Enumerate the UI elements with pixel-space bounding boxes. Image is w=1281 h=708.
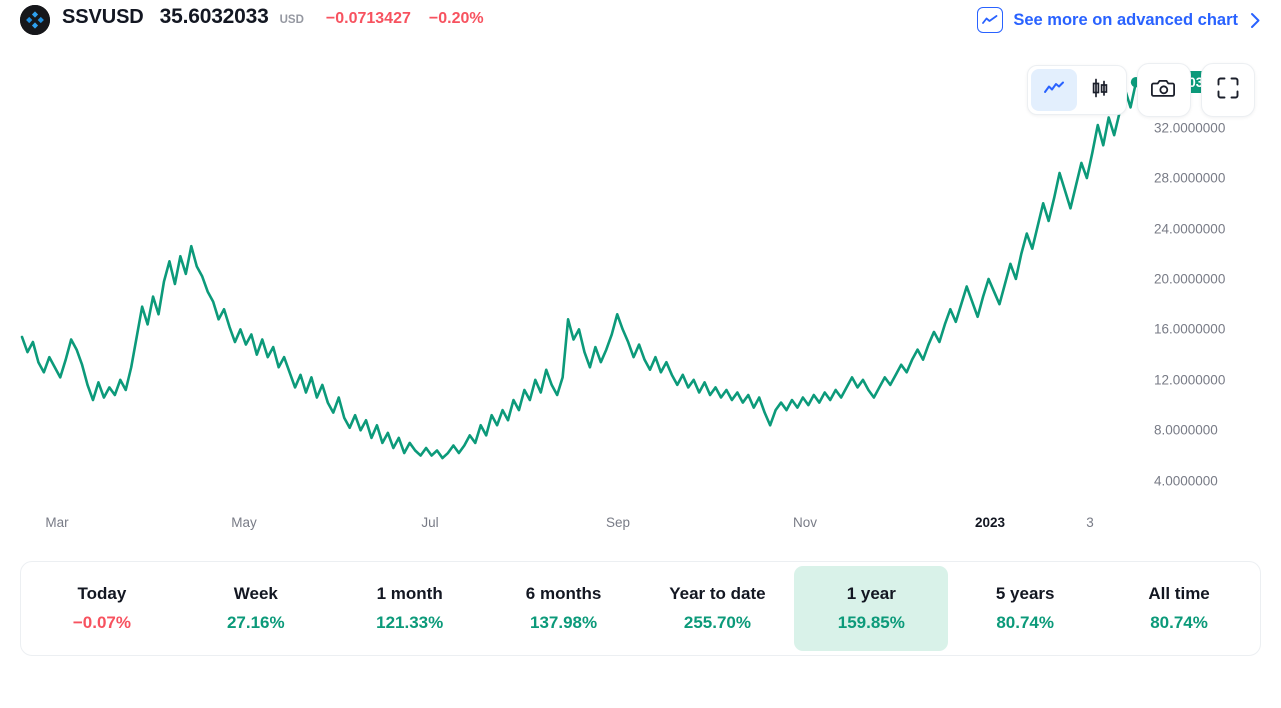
performance-period-label: 5 years <box>995 584 1055 603</box>
performance-period-5-years[interactable]: 5 years 80.74% <box>948 566 1102 651</box>
time-axis-label: Jul <box>421 515 439 530</box>
price-axis-label: 4.0000000 <box>1154 473 1218 489</box>
time-axis-label: 2023 <box>974 515 1006 530</box>
candles-chart-type-button[interactable] <box>1077 69 1123 111</box>
time-axis-label: Sep <box>605 515 631 530</box>
performance-period-label: 1 month <box>376 584 443 603</box>
price-axis-label: 32.0000000 <box>1154 120 1226 136</box>
crypto-chart-widget: SSVUSD 35.6032033 USD −0.0713427 −0.20% … <box>0 0 1281 708</box>
performance-bar: Today −0.07% Week 27.16% 1 month 121.33% 6 mon… <box>20 561 1261 656</box>
widget-header: SSVUSD 35.6032033 USD −0.0713427 −0.20% … <box>0 0 1281 40</box>
price-axis-label: 28.0000000 <box>1154 170 1226 186</box>
line-chart-icon <box>1043 80 1065 101</box>
time-axis-label: May <box>231 515 257 530</box>
performance-period-1-month[interactable]: 1 month 121.33% <box>333 566 487 651</box>
performance-period-value: 159.85% <box>837 613 905 632</box>
performance-period-label: Year to date <box>669 584 766 603</box>
camera-icon <box>1151 77 1177 104</box>
price-change-percent: −0.20% <box>428 10 484 27</box>
price-axis-label: 20.0000000 <box>1154 271 1226 287</box>
ssv-diamond-logo-icon <box>20 5 50 35</box>
performance-period-value: 121.33% <box>376 613 444 632</box>
price-axis-label: 24.0000000 <box>1154 221 1226 236</box>
performance-period-value: 27.16% <box>226 613 285 632</box>
symbol-quote-group: SSVUSD 35.6032033 USD −0.0713427 −0.20% <box>20 5 484 35</box>
price-change-absolute: −0.0713427 <box>325 10 411 27</box>
performance-period-label: All time <box>1148 584 1210 603</box>
performance-period-label: Week <box>233 584 278 603</box>
fullscreen-icon <box>1216 76 1240 105</box>
price-line-svg <box>20 76 1142 460</box>
performance-period-label: Today <box>77 584 127 603</box>
line-chart-type-button[interactable] <box>1031 69 1077 111</box>
performance-period-value: 80.74% <box>1150 613 1208 632</box>
snapshot-button[interactable] <box>1137 63 1191 117</box>
chevron-right-icon <box>1250 12 1261 29</box>
performance-period-all-time[interactable]: All time 80.74% <box>1102 566 1256 651</box>
chart-toolbar <box>1027 63 1255 117</box>
advanced-chart-link-label: See more on advanced chart <box>1013 10 1238 29</box>
performance-period-6-months[interactable]: 6 months 137.98% <box>487 566 641 651</box>
price-line-path <box>20 80 1138 460</box>
performance-period-week[interactable]: Week 27.16% <box>179 566 333 651</box>
chart-type-group <box>1027 65 1127 115</box>
performance-period-year-to-date[interactable]: Year to date 255.70% <box>641 566 795 651</box>
performance-period-label: 1 year <box>846 584 896 603</box>
currency-label: USD <box>279 14 304 26</box>
last-price: 35.6032033 <box>159 5 269 28</box>
advanced-chart-link[interactable]: See more on advanced chart <box>977 7 1261 33</box>
performance-period-1-year[interactable]: 1 year 159.85% <box>794 566 949 651</box>
time-axis-label: Nov <box>792 515 818 530</box>
time-axis: Mar May Jul Sep Nov 2023 3 <box>0 515 1148 541</box>
price-axis-label: 16.0000000 <box>1154 321 1226 337</box>
ticker-symbol: SSVUSD <box>62 6 144 28</box>
performance-period-value: −0.07% <box>72 613 131 632</box>
price-axis-label: 8.0000000 <box>1154 422 1218 438</box>
candlestick-icon <box>1089 77 1111 104</box>
time-axis-label: 3 <box>1086 515 1094 530</box>
price-axis-label: 12.0000000 <box>1154 372 1226 388</box>
performance-period-value: 80.74% <box>996 613 1055 632</box>
performance-period-label: 6 months <box>525 584 602 603</box>
price-chart-plot[interactable] <box>0 44 1281 544</box>
performance-period-today[interactable]: Today −0.07% <box>25 566 179 651</box>
line-chart-icon <box>977 7 1004 33</box>
performance-period-value: 255.70% <box>683 613 751 632</box>
fullscreen-button[interactable] <box>1201 63 1255 117</box>
time-axis-label: Mar <box>45 515 69 530</box>
performance-period-value: 137.98% <box>530 613 598 632</box>
price-axis: 35.6032033 32.0000000 28.0000000 24.0000000… <box>1148 44 1281 544</box>
